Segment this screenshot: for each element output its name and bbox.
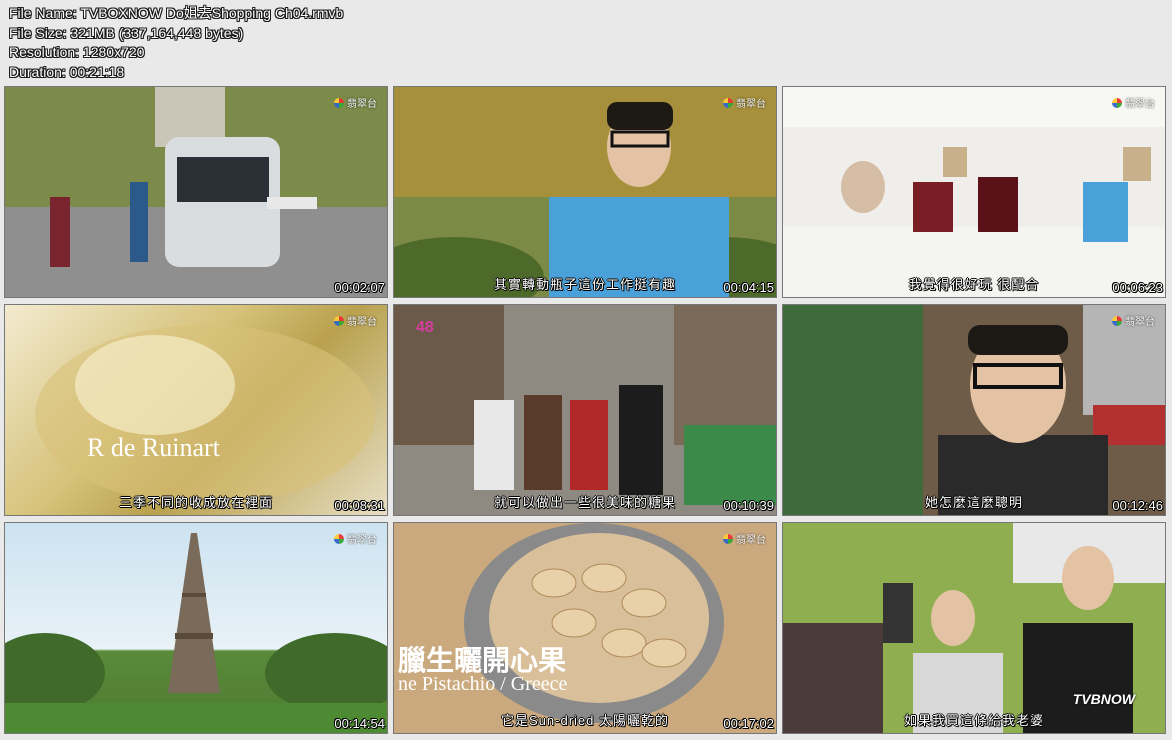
subtitle: 她怎麼這麼聰明 [924, 495, 1023, 510]
scene-eiffel-tower [5, 533, 387, 733]
subtitle: 三季不同的收成放在裡面 [118, 495, 273, 510]
brand-overlay: R de Ruinart [87, 433, 220, 462]
logo-text: 翡翠台 [1125, 99, 1155, 110]
timestamp: 00:02:07 [334, 280, 385, 295]
scene-dining-table [783, 87, 1165, 297]
thumbnail-7[interactable]: 翡翠台 00:14:54 [4, 522, 388, 734]
watermark: TVBNOW [1072, 691, 1135, 707]
thumbnail-3[interactable]: 翡翠台 我覺得很好玩 很配合 00:06:23 [782, 86, 1166, 298]
file-name: File Name: TVBOXNOW Do姐去Shopping Ch04.rm… [9, 5, 344, 21]
channel-logo: 翡翠台 [1112, 95, 1155, 110]
subtitle: 它是Sun-dried 太陽曬乾的 [501, 713, 669, 728]
timestamp: 00:14:54 [334, 716, 385, 731]
logo-text: 翡翠台 [347, 535, 377, 546]
product-title-english: ne Pistachio / Greece [398, 673, 568, 695]
thumbnail-6[interactable]: 翡翠台 她怎麼這麼聰明 00:12:46 [782, 304, 1166, 516]
subtitle: 如果我買這條給我老婆 [903, 713, 1044, 728]
tvb-logo-icon [1112, 315, 1122, 326]
logo-text: 翡翠台 [347, 99, 377, 110]
tvb-logo-icon [1112, 97, 1122, 108]
scene-shopping-street [394, 305, 776, 515]
scene-man-park [394, 87, 776, 297]
subtitle: 其實轉動瓶子這份工作挺有趣 [493, 277, 676, 292]
channel-logo: 翡翠台 [334, 531, 377, 546]
shop-sign: 48 [416, 319, 434, 336]
thumbnail-4[interactable]: R de Ruinart 翡翠台 三季不同的收成放在裡面 00:08:31 [4, 304, 388, 516]
channel-logo: 翡翠台 [1112, 313, 1155, 328]
thumbnail-2[interactable]: 翡翠台 其實轉動瓶子這份工作挺有趣 00:04:15 [393, 86, 777, 298]
scene-van-street [5, 87, 387, 297]
channel-logo: 翡翠台 [723, 95, 766, 110]
tvb-logo-icon [334, 315, 344, 326]
thumbnail-9[interactable]: TVBNOW 如果我買這條給我老婆 [782, 522, 1166, 734]
tvb-logo-icon [723, 533, 733, 544]
timestamp: 00:12:46 [1112, 498, 1163, 513]
timestamp: 00:04:15 [723, 280, 774, 295]
scene-man-closeup [783, 305, 1165, 515]
tvb-logo-icon [334, 533, 344, 544]
subtitle: 就可以做出一些很美味的糖果 [493, 495, 676, 510]
logo-text: 翡翠台 [347, 317, 377, 328]
scene-champagne-glass [35, 325, 375, 505]
thumbnail-5[interactable]: 48 就可以做出一些很美味的糖果 00:10:39 [393, 304, 777, 516]
channel-logo: 翡翠台 [334, 95, 377, 110]
scene-pistachios [394, 523, 776, 733]
timestamp: 00:06:23 [1112, 280, 1163, 295]
subtitle: 我覺得很好玩 很配合 [908, 277, 1040, 292]
thumbnail-8[interactable]: 臘生曬開心果 ne Pistachio / Greece 翡翠台 它是Sun-d… [393, 522, 777, 734]
tvb-logo-icon [723, 97, 733, 108]
timestamp: 00:17:02 [723, 716, 774, 731]
duration: Duration: 00:21:18 [9, 63, 125, 80]
logo-text: 翡翠台 [736, 99, 766, 110]
resolution: Resolution: 1280x720 [9, 44, 145, 60]
tvb-logo-icon [334, 97, 344, 108]
file-size: File Size: 321MB (337,164,448 bytes) [9, 24, 244, 41]
timestamp: 00:08:31 [334, 498, 385, 513]
logo-text: 翡翠台 [736, 535, 766, 546]
channel-logo: 翡翠台 [334, 313, 377, 328]
logo-text: 翡翠台 [1125, 317, 1155, 328]
timestamp: 00:10:39 [723, 498, 774, 513]
file-info-header: File Name: TVBOXNOW Do姐去Shopping Ch04.rm… [9, 4, 343, 82]
channel-logo: 翡翠台 [723, 531, 766, 546]
thumbnail-1[interactable]: 翡翠台 00:02:07 [4, 86, 388, 298]
